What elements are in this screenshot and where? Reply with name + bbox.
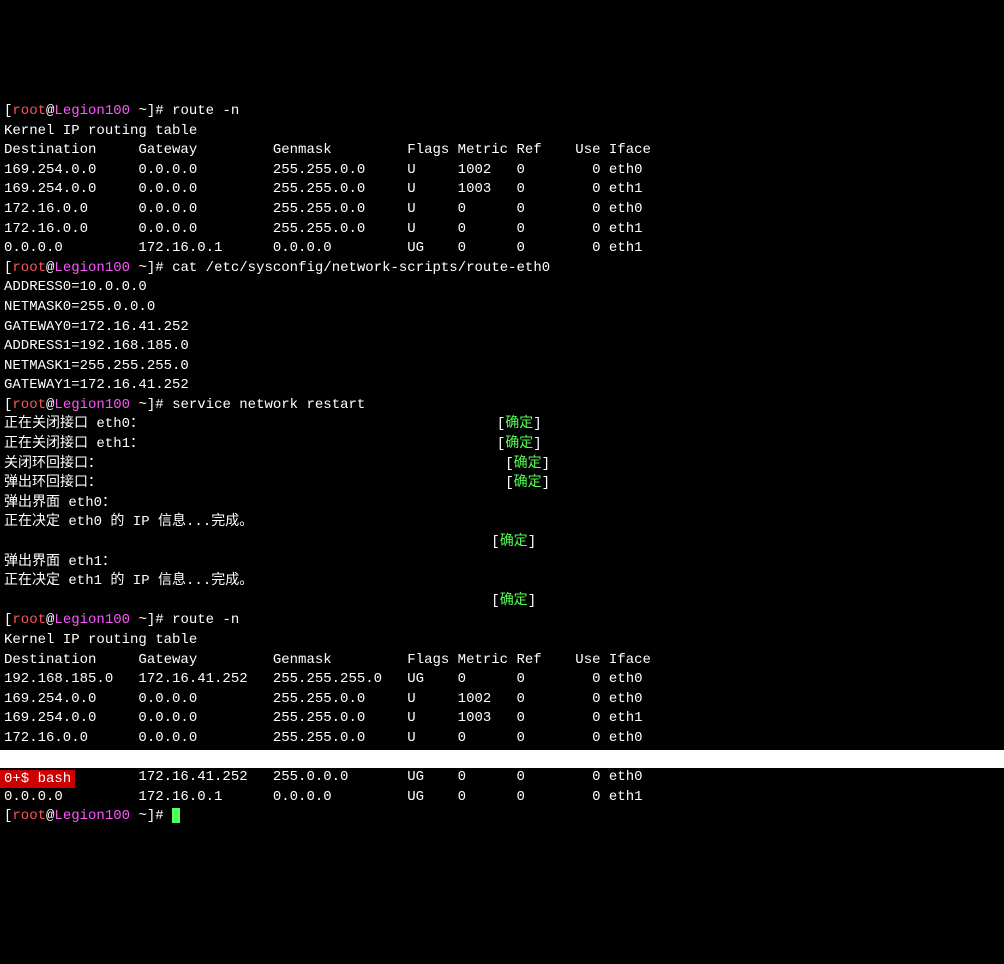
table-header: Destination Gateway Genmask Flags Metric… — [4, 652, 651, 668]
ok-pad — [102, 475, 505, 491]
prompt-user: root — [12, 808, 46, 824]
prompt-path: ~]# — [130, 260, 172, 276]
ok-word: 确定 — [505, 436, 533, 452]
ok-word: 确定 — [514, 475, 542, 491]
prompt-user: root — [12, 612, 46, 628]
table-row: 172.16.0.0 0.0.0.0 255.255.0.0 U 0 0 0 e… — [4, 730, 643, 746]
ok-word: 确定 — [500, 534, 528, 550]
prompt-host: Legion100 — [54, 260, 130, 276]
ok-pad — [102, 456, 505, 472]
file-line: NETMASK0=255.0.0.0 — [4, 299, 155, 315]
table-row: 172.16.0.0 0.0.0.0 255.255.0.0 U 0 0 0 e… — [4, 201, 643, 217]
ok-close: ] — [533, 436, 541, 452]
ok-open: [ — [505, 456, 513, 472]
service-line: 正在决定 eth1 的 IP 信息...完成。 — [4, 573, 253, 589]
prompt-host: Legion100 — [54, 612, 130, 628]
prompt-at: @ — [46, 808, 54, 824]
prompt-user: root — [12, 397, 46, 413]
cursor[interactable] — [172, 808, 180, 823]
table-row: 0.0.0.0 172.16.0.1 0.0.0.0 UG 0 0 0 eth1 — [4, 240, 643, 256]
service-line: 关闭环回接口： — [4, 456, 102, 472]
prompt-user: root — [12, 103, 46, 119]
terminal-output[interactable]: [root@Legion100 ~]# route -n Kernel IP r… — [0, 78, 1004, 827]
prompt-path: ~]# — [130, 103, 172, 119]
ok-close: ] — [528, 593, 536, 609]
ok-close: ] — [533, 416, 541, 432]
table-row: 169.254.0.0 0.0.0.0 255.255.0.0 U 1002 0… — [4, 691, 643, 707]
table-row: 0.0.0.0 172.16.0.1 0.0.0.0 UG 0 0 0 eth1 — [4, 789, 643, 805]
ok-word: 确定 — [514, 456, 542, 472]
table-row: 192.168.185.0 172.16.41.252 255.255.255.… — [4, 671, 643, 687]
table-row: 169.254.0.0 0.0.0.0 255.255.0.0 U 1003 0… — [4, 710, 643, 726]
tmux-status-left: 0+$ bash — [0, 770, 75, 788]
table-row: 169.254.0.0 0.0.0.0 255.255.0.0 U 1002 0… — [4, 162, 643, 178]
prompt-user: root — [12, 260, 46, 276]
ok-close: ] — [542, 456, 550, 472]
service-line: 正在关闭接口 eth1： — [4, 436, 144, 452]
ok-pad — [4, 593, 491, 609]
prompt-bracket: [ — [4, 808, 12, 824]
service-line: 正在决定 eth0 的 IP 信息...完成。 — [4, 514, 253, 530]
ok-pad — [144, 416, 497, 432]
ok-word: 确定 — [505, 416, 533, 432]
table-title: Kernel IP routing table — [4, 123, 197, 139]
service-line: 弹出界面 eth0： — [4, 495, 116, 511]
ok-open: [ — [491, 534, 499, 550]
table-row: 169.254.0.0 0.0.0.0 255.255.0.0 U 1003 0… — [4, 181, 643, 197]
service-line: 正在关闭接口 eth0： — [4, 416, 144, 432]
ok-pad — [4, 534, 491, 550]
command-text: route -n — [172, 612, 239, 628]
service-line: 弹出界面 eth1： — [4, 554, 116, 570]
file-line: GATEWAY1=172.16.41.252 — [4, 377, 189, 393]
command-text: cat /etc/sysconfig/network-scripts/route… — [172, 260, 550, 276]
table-row: 10.0.0.0 172.16.41.252 255.0.0.0 UG 0 0 … — [4, 769, 643, 785]
ok-close: ] — [528, 534, 536, 550]
file-line: ADDRESS1=192.168.185.0 — [4, 338, 189, 354]
ok-close: ] — [542, 475, 550, 491]
file-line: ADDRESS0=10.0.0.0 — [4, 279, 147, 295]
table-title: Kernel IP routing table — [4, 632, 197, 648]
table-header: Destination Gateway Genmask Flags Metric… — [4, 142, 651, 158]
prompt-path: ~]# — [130, 612, 172, 628]
ok-open: [ — [491, 593, 499, 609]
prompt-path: ~]# — [130, 808, 172, 824]
service-line: 弹出环回接口： — [4, 475, 102, 491]
command-text: route -n — [172, 103, 239, 119]
prompt-host: Legion100 — [54, 103, 130, 119]
ok-word: 确定 — [500, 593, 528, 609]
ok-pad — [144, 436, 497, 452]
file-line: NETMASK1=255.255.255.0 — [4, 358, 189, 374]
table-row: 172.16.0.0 0.0.0.0 255.255.0.0 U 0 0 0 e… — [4, 221, 643, 237]
prompt-path: ~]# — [130, 397, 172, 413]
command-text: service network restart — [172, 397, 365, 413]
file-line: GATEWAY0=172.16.41.252 — [4, 319, 189, 335]
prompt-host: Legion100 — [54, 808, 130, 824]
prompt-host: Legion100 — [54, 397, 130, 413]
ok-open: [ — [505, 475, 513, 491]
tmux-statusbar: 0+$ bash — [0, 750, 1004, 768]
